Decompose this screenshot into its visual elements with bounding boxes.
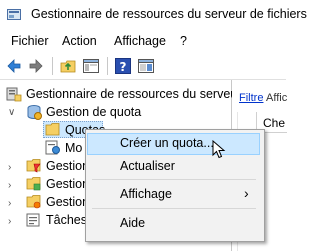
filter-display-text: Affic (266, 92, 288, 104)
chevron-right-icon[interactable]: › (8, 162, 11, 173)
quota-folder-icon (45, 123, 60, 136)
storage-report-icon (26, 177, 41, 191)
chevron-expanded-icon[interactable]: ∨ (8, 107, 15, 118)
toolbar-separator (52, 57, 53, 75)
menu-item-create-quota-label: Créer un quota... (120, 136, 214, 150)
tree-item-gestion-3[interactable]: Gestion (46, 195, 89, 209)
tree-item-gestion-1[interactable]: Gestion (46, 159, 89, 173)
toolbar-separator (107, 57, 108, 75)
tree-item-quota-management[interactable]: Gestion de quota (46, 105, 141, 119)
show-hide-tree-icon[interactable] (82, 57, 100, 75)
menu-separator (92, 208, 256, 209)
forward-arrow-icon[interactable] (27, 57, 45, 75)
screening-icon (26, 159, 41, 173)
up-folder-icon[interactable] (59, 57, 77, 75)
menu-item-view-label: Affichage (120, 187, 172, 201)
mouse-cursor-icon (212, 140, 226, 159)
template-icon (45, 140, 60, 155)
menu-separator (92, 179, 256, 180)
tree-item-gestion-2[interactable]: Gestion (46, 177, 89, 191)
menu-fichier[interactable]: Fichier (11, 34, 49, 48)
menu-item-help[interactable] (86, 212, 262, 234)
tasks-icon (26, 213, 40, 227)
classification-icon (26, 195, 41, 209)
menu-help[interactable]: ? (180, 34, 187, 48)
filter-link[interactable]: Filtre (239, 92, 263, 104)
svg-text:?: ? (120, 60, 127, 74)
properties-pane-icon[interactable] (137, 57, 155, 75)
chevron-right-icon[interactable]: › (8, 198, 11, 209)
submenu-arrow-icon: › (244, 185, 249, 201)
menu-affichage[interactable]: Affichage (114, 34, 166, 48)
quota-management-icon (27, 105, 42, 120)
column-header-label: Che (263, 116, 286, 130)
app-icon (7, 9, 21, 20)
tree-item-tasks[interactable]: Tâches (46, 213, 87, 227)
tree-root-label[interactable]: Gestionnaire de ressources du serveur (26, 87, 241, 101)
tree-item-models[interactable]: Mo (65, 141, 82, 155)
chevron-right-icon[interactable]: › (8, 216, 11, 227)
back-arrow-icon[interactable] (5, 57, 23, 75)
menu-item-view[interactable] (86, 183, 262, 205)
window-title: Gestionnaire de ressources du serveur de… (31, 7, 307, 21)
menu-action[interactable]: Action (62, 34, 97, 48)
menu-item-refresh-label: Actualiser (120, 159, 175, 173)
menu-item-help-label: Aide (120, 216, 146, 230)
help-icon[interactable]: ? (114, 57, 132, 75)
chevron-right-icon[interactable]: › (8, 180, 11, 191)
server-icon (6, 87, 22, 102)
